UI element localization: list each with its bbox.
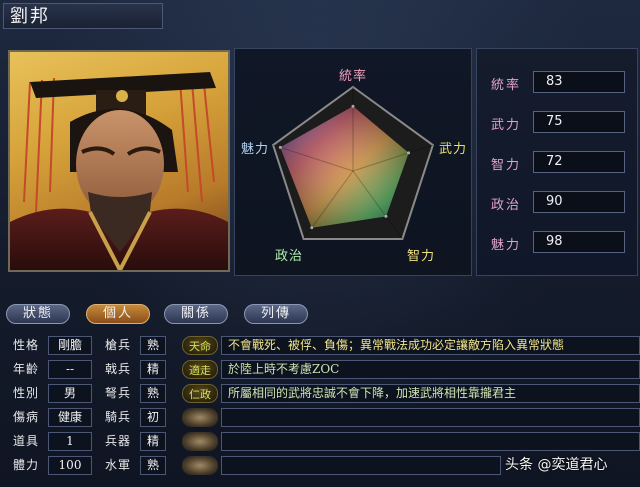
aptitude-value: 初 <box>140 408 166 427</box>
radar-label-politics: 政治 <box>275 249 304 264</box>
aptitude-label: 水軍 <box>104 458 131 472</box>
aptitude-label: 弩兵 <box>104 386 131 400</box>
radar-label-charm: 魅力 <box>241 142 270 157</box>
radar-point <box>310 226 314 230</box>
aptitude-label: 兵器 <box>104 434 131 448</box>
aptitude-label: 戟兵 <box>104 362 131 376</box>
radar-point <box>351 104 355 108</box>
attr-value: 健康 <box>48 408 92 427</box>
attr-label: 道具 <box>12 434 39 448</box>
stat-row-politics: 政治 90 <box>477 191 639 215</box>
character-name: 劉邦 <box>3 3 163 29</box>
empty-skill-description <box>221 408 640 427</box>
attr-value: 100 <box>48 456 92 475</box>
stat-label: 魅力 <box>491 238 522 253</box>
radar-point <box>384 214 388 218</box>
empty-skill-badge <box>182 408 218 427</box>
attr-label: 性別 <box>12 386 39 400</box>
skill-badge[interactable]: 仁政 <box>182 384 218 403</box>
tab-relations[interactable]: 關係 <box>164 304 228 324</box>
stat-value: 83 <box>533 71 625 93</box>
aptitude-value: 熟 <box>140 336 166 355</box>
empty-skill-badge <box>182 456 218 475</box>
empty-skill-description <box>221 432 640 451</box>
character-portrait <box>8 50 230 272</box>
portrait-illustration <box>10 72 228 270</box>
aptitude-value: 精 <box>140 360 166 379</box>
attr-value: -- <box>48 360 92 379</box>
ability-radar-chart: 統率 武力 智力 政治 魅力 <box>234 48 472 276</box>
tab-biography[interactable]: 列傳 <box>244 304 308 324</box>
attr-label: 性格 <box>12 338 39 352</box>
aptitude-value: 熟 <box>140 456 166 475</box>
attr-value: 男 <box>48 384 92 403</box>
aptitude-value: 精 <box>140 432 166 451</box>
stat-value: 98 <box>533 231 625 253</box>
stat-row-war: 武力 75 <box>477 111 639 135</box>
stat-value: 75 <box>533 111 625 133</box>
aptitude-label: 騎兵 <box>104 410 131 424</box>
attr-value: 剛膽 <box>48 336 92 355</box>
stat-label: 政治 <box>491 198 522 213</box>
aptitude-label: 槍兵 <box>104 338 131 352</box>
tab-status[interactable]: 狀態 <box>6 304 70 324</box>
tab-personal[interactable]: 個人 <box>86 304 150 324</box>
stat-label: 智力 <box>491 158 522 173</box>
attr-label: 傷病 <box>12 410 39 424</box>
aptitude-value: 熟 <box>140 384 166 403</box>
stat-value: 72 <box>533 151 625 173</box>
empty-skill-description <box>221 456 501 475</box>
radar-label-command: 統率 <box>339 69 368 84</box>
stat-label: 統率 <box>491 78 522 93</box>
skill-badge[interactable]: 天命 <box>182 336 218 355</box>
radar-label-war: 武力 <box>439 142 468 157</box>
skill-description: 不會戰死、被俘、負傷；異常戰法成功必定讓敵方陷入異常狀態 <box>221 336 640 355</box>
stat-row-command: 統率 83 <box>477 71 639 95</box>
stat-label: 武力 <box>491 118 522 133</box>
attr-label: 年齡 <box>12 362 39 376</box>
stat-value: 90 <box>533 191 625 213</box>
empty-skill-badge <box>182 432 218 451</box>
skill-description: 所屬相同的武將忠誠不會下降，加速武將相性靠攏君主 <box>221 384 640 403</box>
radar-point <box>278 145 282 149</box>
radar-label-intelligence: 智力 <box>407 249 436 264</box>
watermark-text: 头条 @奕道君心 <box>505 457 608 473</box>
attr-label: 體力 <box>12 458 39 472</box>
ability-stats-panel: 統率 83 武力 75 智力 72 政治 90 魅力 98 <box>476 48 638 276</box>
stat-row-intelligence: 智力 72 <box>477 151 639 175</box>
stat-row-charm: 魅力 98 <box>477 231 639 255</box>
skill-description: 於陸上時不考慮ZOC <box>221 360 640 379</box>
attr-value: 1 <box>48 432 92 451</box>
radar-point <box>407 151 411 155</box>
skill-badge[interactable]: 適走 <box>182 360 218 379</box>
